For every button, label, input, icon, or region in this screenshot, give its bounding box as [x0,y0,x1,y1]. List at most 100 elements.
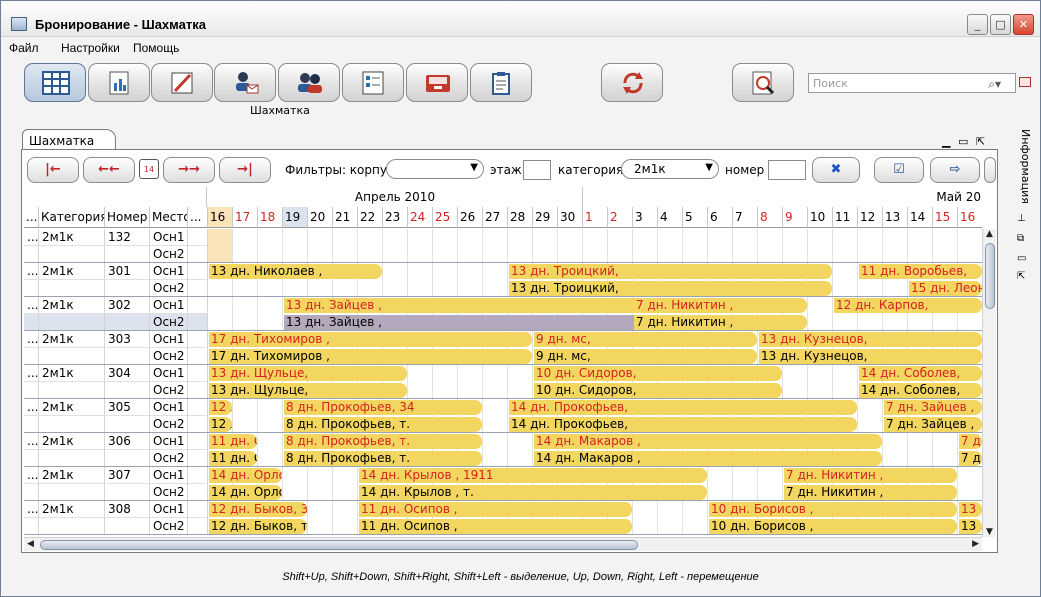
booking-bar[interactable]: 13 дн. Кузнецов, [759,332,982,347]
refresh-button[interactable] [601,63,663,102]
booking-bar[interactable]: 13 дн. Щульце, [209,383,407,398]
room-place[interactable]: Осн1 [150,467,188,484]
panel-maximize-icon[interactable]: ▭ [958,135,968,148]
close-button[interactable]: ✕ [1013,14,1034,35]
room-place[interactable]: Осн2 [150,280,188,297]
room-place[interactable]: Осн1 [150,297,188,314]
day-header[interactable]: 15 [933,207,958,228]
room-place[interactable]: Осн2 [150,484,188,501]
booking-bar[interactable]: 14 дн. Орло [209,468,282,483]
room-number[interactable]: 307 [105,467,150,484]
room-number-empty[interactable] [105,280,150,297]
booking-bar[interactable]: 14 дн. Крылов , 1911 [359,468,707,483]
category-select[interactable]: 2м1к ▼ [621,159,719,179]
row-marker[interactable]: ... [24,331,39,348]
row-extra[interactable] [188,314,208,331]
row-marker[interactable] [24,246,39,263]
room-number[interactable]: 305 [105,399,150,416]
room-category-empty[interactable] [39,382,105,399]
room-category-empty[interactable] [39,484,105,501]
day-header[interactable]: 21 [333,207,358,228]
room-category-empty[interactable] [39,314,105,331]
floor-input[interactable] [523,160,551,180]
maximize-button[interactable]: □ [990,14,1011,35]
room-category-empty[interactable] [39,518,105,535]
row-marker[interactable]: ... [24,263,39,280]
row-marker[interactable]: ... [24,433,39,450]
row-marker[interactable]: ... [24,229,39,246]
booking-bar[interactable]: 12 дн. Быков, 30 [209,502,307,517]
row-extra[interactable] [188,450,208,467]
row-extra[interactable] [188,263,208,280]
clear-filter-button[interactable]: ✖ [812,157,860,183]
column-header-category[interactable]: Категория [39,207,105,228]
day-header[interactable]: 16 [958,207,982,228]
room-number[interactable]: 306 [105,433,150,450]
day-header[interactable]: 17 [233,207,258,228]
search-input[interactable]: Поиск ⌕▾ [808,73,1016,93]
room-category-empty[interactable] [39,246,105,263]
row-marker[interactable]: ... [24,501,39,518]
row-marker[interactable]: ... [24,399,39,416]
day-header[interactable]: 9 [783,207,808,228]
booking-bar[interactable]: 7 дн. Зайцев , [884,400,982,415]
room-place[interactable]: Осн1 [150,399,188,416]
day-header[interactable]: 5 [683,207,708,228]
chessboard-button[interactable] [24,63,86,102]
booking-bar[interactable]: 7 д [959,451,982,466]
panel-minimize-icon[interactable]: ▁ [942,135,950,148]
room-category[interactable]: 2м1к [39,501,105,518]
side-restore-icon[interactable]: ⧉ [1017,233,1024,244]
search-icon[interactable]: ⌕▾ [988,77,1001,92]
room-place[interactable]: Осн1 [150,433,188,450]
horizontal-scrollbar[interactable]: ◀ ▶ [24,537,982,551]
row-extra[interactable] [188,433,208,450]
booking-bar[interactable]: 13 дн. Троицкий, [509,281,832,296]
first-button[interactable]: |← [27,157,79,183]
row-marker[interactable] [24,484,39,501]
room-number-empty[interactable] [105,246,150,263]
room-category[interactable]: 2м1к [39,467,105,484]
day-header[interactable]: 30 [558,207,583,228]
room-number[interactable]: 303 [105,331,150,348]
day-header[interactable]: 6 [708,207,733,228]
day-header[interactable]: 27 [483,207,508,228]
booking-bar[interactable]: 12 д [209,417,232,432]
booking-bar[interactable]: 7 дн. Зайцев , [884,417,982,432]
booking-bar[interactable]: 13 дн. Кузнецов, [759,349,982,364]
booking-bar[interactable]: 13 дн. Зайцев , [284,298,682,313]
room-number-empty[interactable] [105,518,150,535]
last-button[interactable]: →| [219,157,271,183]
scroll-up-icon[interactable]: ▲ [986,229,993,239]
room-category[interactable]: 2м1к [39,399,105,416]
day-header[interactable]: 2 [608,207,633,228]
booking-bar[interactable]: 11 дн. С [209,434,257,449]
booking-bar[interactable]: 7 дн. Никитин , [634,298,807,313]
booking-bar[interactable]: 13 дн. Троицкий, [509,264,832,279]
room-number[interactable]: 301 [105,263,150,280]
menu-settings[interactable]: Настройки [61,41,120,55]
more-button[interactable] [984,157,996,183]
day-header[interactable]: 24 [408,207,433,228]
booking-bar[interactable]: 7 д [959,434,982,449]
room-place[interactable]: Осн1 [150,331,188,348]
booking-bar[interactable]: 7 дн. Никитин , [634,315,807,330]
room-place[interactable]: Осн2 [150,348,188,365]
booking-bar[interactable]: 9 дн. мс, [534,332,757,347]
room-place[interactable]: Осн1 [150,263,188,280]
booking-bar[interactable]: 13 дн. Щульце, [209,366,407,381]
room-place[interactable]: Осн2 [150,416,188,433]
room-place[interactable]: Осн2 [150,518,188,535]
room-category[interactable]: 2м1к [39,433,105,450]
list-button[interactable] [342,63,404,102]
row-marker[interactable]: ... [24,365,39,382]
row-extra[interactable] [188,501,208,518]
number-input[interactable] [768,160,806,180]
booking-bar[interactable]: 14 дн. Соболев, [859,383,982,398]
booking-bar[interactable]: 10 дн. Борисов , [709,502,957,517]
day-header[interactable]: 19 [283,207,308,228]
row-extra[interactable] [188,467,208,484]
row-marker[interactable] [24,450,39,467]
room-category[interactable]: 2м1к [39,297,105,314]
room-place[interactable]: Осн2 [150,382,188,399]
